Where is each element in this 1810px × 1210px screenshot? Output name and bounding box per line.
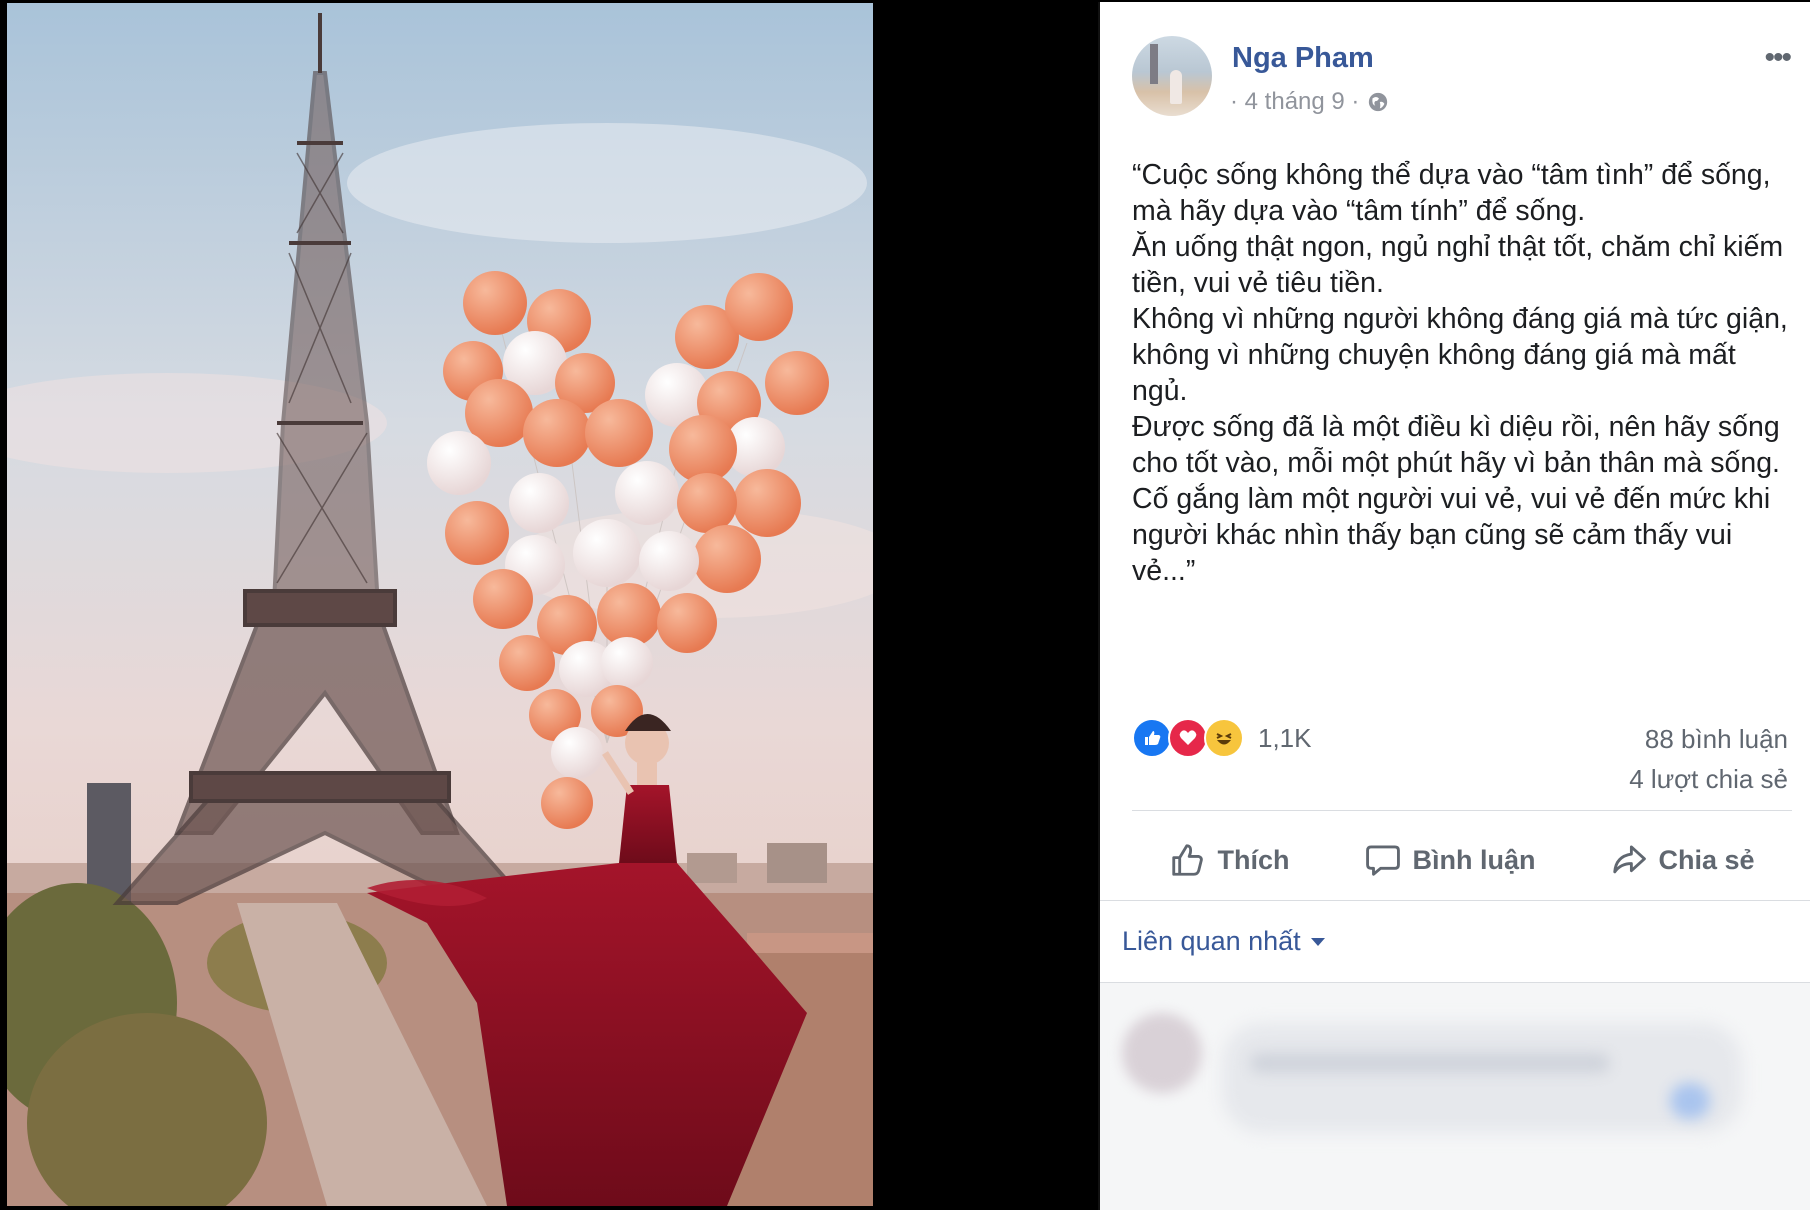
- like-icon: [1132, 718, 1172, 758]
- shares-count[interactable]: 4 lượt chia sẻ: [1629, 764, 1788, 795]
- share-button[interactable]: Chia sẻ: [1610, 841, 1755, 879]
- blurred-text: [1250, 1053, 1610, 1073]
- post-body: “Cuộc sống không thể dựa vào “tâm tình” …: [1132, 157, 1792, 589]
- like-button[interactable]: Thích: [1169, 841, 1289, 879]
- post-meta: · 4 tháng 9 ·: [1230, 88, 1389, 116]
- reaction-count[interactable]: 1,1K: [1258, 723, 1312, 754]
- eiffel-tower-balloons-image: [7, 3, 873, 1206]
- love-icon: [1168, 718, 1208, 758]
- comment-bubble-icon: [1366, 845, 1401, 876]
- comment-button[interactable]: Bình luận: [1364, 841, 1535, 879]
- thumbs-up-icon: [1172, 844, 1204, 876]
- post-paragraph: Cố gắng làm một người vui vẻ, vui vẻ đến…: [1132, 483, 1771, 587]
- comment-label: Bình luận: [1412, 844, 1536, 875]
- photo-viewer: [0, 0, 1100, 1210]
- caret-down-icon: [1310, 937, 1325, 946]
- share-label: Chia sẻ: [1658, 844, 1755, 875]
- like-label: Thích: [1217, 844, 1290, 875]
- post-panel: Nga Pham · 4 tháng 9 · ••• “Cuộc sống kh…: [1098, 2, 1810, 1210]
- sort-label: Liên quan nhất: [1122, 926, 1301, 956]
- author-name[interactable]: Nga Pham: [1232, 42, 1374, 75]
- more-options-icon[interactable]: •••: [1764, 43, 1791, 73]
- avatar-tower-shape: [1150, 44, 1158, 84]
- post-photo[interactable]: [7, 3, 873, 1206]
- comment-sort-dropdown[interactable]: Liên quan nhất: [1122, 926, 1325, 957]
- divider: [1132, 810, 1792, 811]
- reactions-summary[interactable]: 1,1K: [1132, 718, 1312, 758]
- action-bar: Thích Bình luận Chia sẻ: [1132, 828, 1792, 892]
- blurred-reaction: [1670, 1083, 1710, 1119]
- post-paragraph: Không vì những người không đáng giá mà t…: [1132, 303, 1788, 407]
- blurred-comment-bubble: [1222, 1023, 1742, 1133]
- post-date[interactable]: · 4 tháng 9 ·: [1230, 88, 1359, 116]
- haha-icon: [1204, 718, 1244, 758]
- blurred-avatar: [1122, 1013, 1202, 1093]
- blurred-comment: [1100, 982, 1810, 1210]
- share-arrow-icon: [1613, 845, 1647, 874]
- post-paragraph: Ăn uống thật ngon, ngủ nghỉ thật tốt, ch…: [1132, 231, 1784, 299]
- globe-icon: [1369, 92, 1388, 112]
- author-avatar[interactable]: [1132, 36, 1212, 116]
- comments-count[interactable]: 88 bình luận: [1645, 724, 1788, 755]
- avatar-figure-shape: [1170, 70, 1182, 104]
- post-paragraph: “Cuộc sống không thể dựa vào “tâm tình” …: [1132, 159, 1771, 227]
- divider: [1100, 900, 1810, 901]
- post-paragraph: Được sống đã là một điều kì diệu rồi, nê…: [1132, 411, 1780, 479]
